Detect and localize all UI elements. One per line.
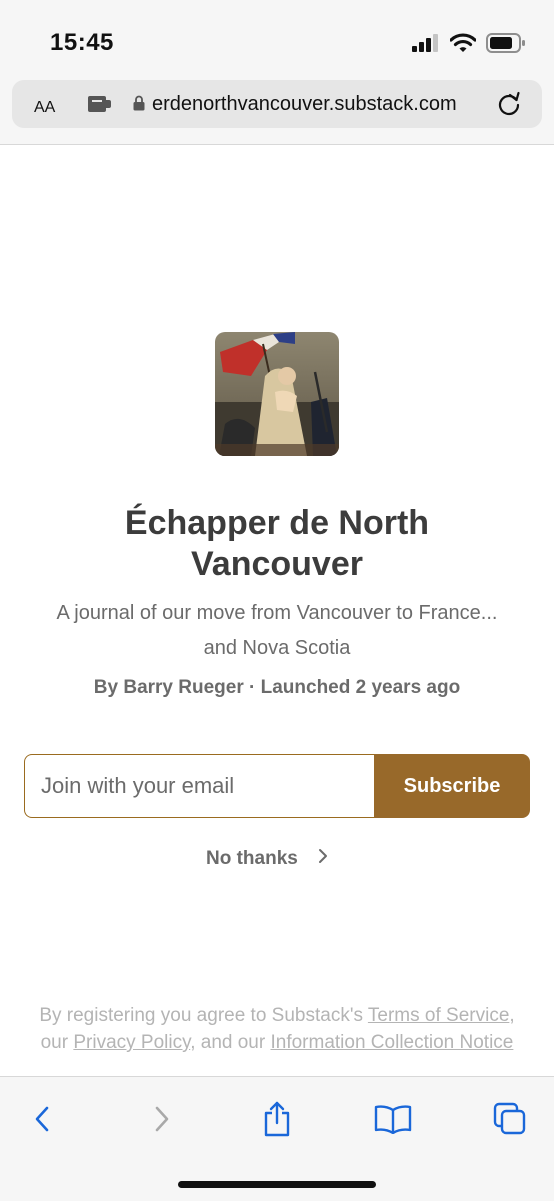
- browser-address-bar: AA erdenorthvancouver.substack.com: [0, 80, 554, 145]
- home-indicator[interactable]: [178, 1181, 376, 1188]
- legal-comma: ,: [509, 1005, 515, 1026]
- bookmarks-button[interactable]: [371, 1099, 415, 1143]
- battery-icon: [486, 33, 526, 58]
- lock-icon: [133, 95, 145, 116]
- signal-icon: [412, 34, 440, 57]
- tabs-icon: [493, 1102, 527, 1141]
- terms-of-service-link[interactable]: Terms of Service: [368, 1005, 509, 1026]
- url-field[interactable]: AA erdenorthvancouver.substack.com: [12, 80, 542, 128]
- forward-button[interactable]: [140, 1099, 184, 1143]
- tabs-button[interactable]: [488, 1099, 532, 1143]
- publication-description: A journal of our move from Vancouver to …: [56, 602, 498, 659]
- status-bar: 15:45: [0, 0, 554, 80]
- legal-prefix: By registering you agree to Substack's: [39, 1005, 363, 1026]
- subscribe-button[interactable]: Subscribe: [374, 754, 530, 818]
- forward-icon: [154, 1105, 170, 1138]
- text-size-button[interactable]: AA: [34, 92, 55, 118]
- reload-icon[interactable]: [496, 91, 522, 122]
- no-thanks-link[interactable]: No thanks: [206, 848, 328, 870]
- publication-byline: By Barry Rueger · Launched 2 years ago: [93, 677, 461, 698]
- legal-notice: By registering you agree to Substack's T…: [8, 1002, 546, 1056]
- wifi-icon: [449, 33, 477, 58]
- status-icons: [412, 33, 526, 58]
- information-collection-notice-link[interactable]: Information Collection Notice: [270, 1032, 513, 1053]
- share-button[interactable]: [255, 1099, 299, 1143]
- chevron-right-icon: [318, 848, 328, 870]
- extension-icon[interactable]: [88, 94, 112, 119]
- email-input[interactable]: [24, 754, 374, 818]
- back-icon: [34, 1105, 50, 1138]
- no-thanks-label: No thanks: [206, 848, 298, 869]
- publication-title: Échapper de North Vancouver: [124, 504, 430, 583]
- status-time: 15:45: [50, 29, 114, 56]
- privacy-policy-link[interactable]: Privacy Policy: [73, 1032, 190, 1053]
- share-icon: [262, 1101, 292, 1142]
- back-button[interactable]: [20, 1099, 64, 1143]
- bookmarks-icon: [374, 1104, 412, 1139]
- legal-our: our: [40, 1032, 69, 1053]
- url-text[interactable]: erdenorthvancouver.substack.com: [152, 93, 492, 116]
- publication-logo: [215, 332, 339, 456]
- legal-and-our: , and our: [190, 1032, 266, 1053]
